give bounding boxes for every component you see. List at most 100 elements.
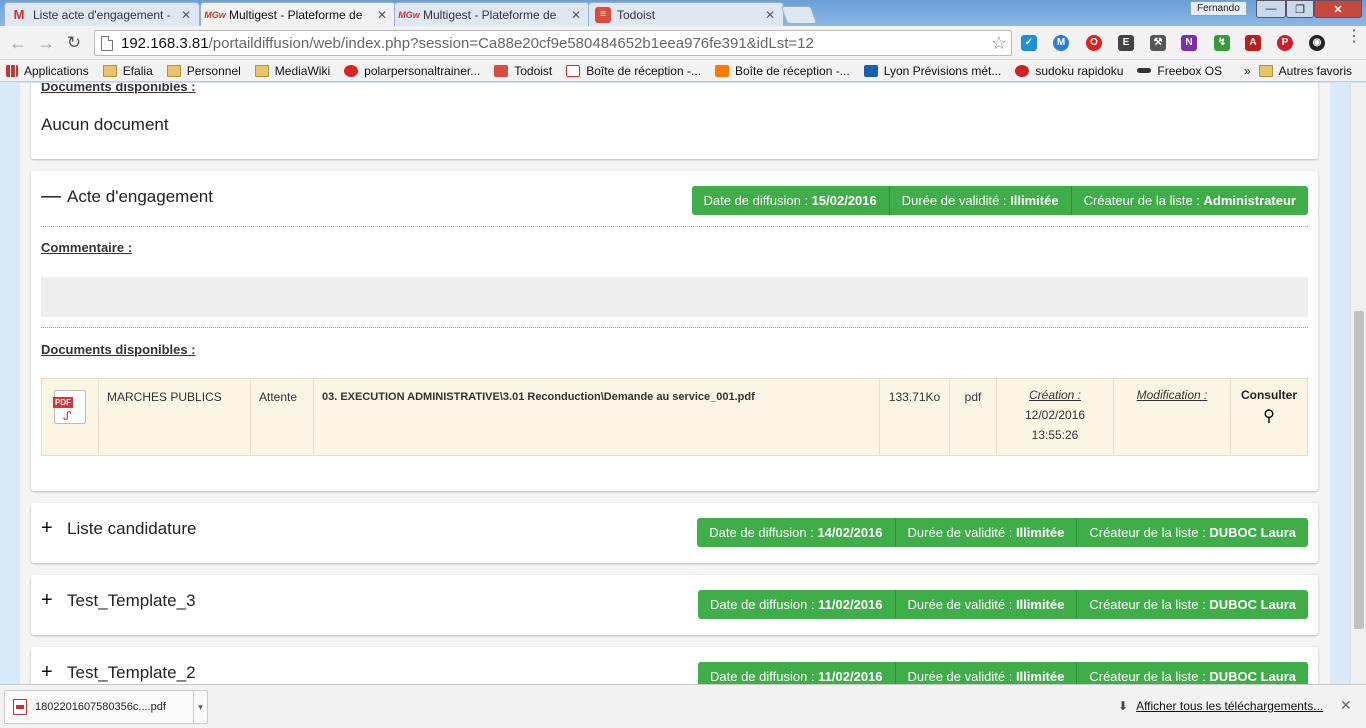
bookmarks-more-button[interactable]: » (1244, 64, 1251, 78)
maximize-button[interactable]: ❐ (1286, 0, 1314, 18)
panel-header[interactable]: + Test_Template_3 Date de diffusion : 11… (31, 575, 1318, 633)
camera-extension-icon[interactable]: ◉ (1309, 35, 1325, 51)
consult-label[interactable]: Consulter (1241, 388, 1297, 402)
badge-value: 11/02/2016 (818, 597, 883, 612)
panel-title[interactable]: Acte d'engagement (67, 187, 213, 207)
panel-header[interactable]: — Acte d'engagement Date de diffusion : … (31, 171, 1318, 229)
todo-extension-icon[interactable]: ✓ (1021, 35, 1037, 51)
show-all-downloads-link[interactable]: ⬇ Afficher tous les téléchargements... (1118, 699, 1323, 713)
close-icon[interactable]: ✕ (375, 8, 389, 22)
expand-icon[interactable]: + (41, 590, 57, 610)
expand-icon[interactable]: + (41, 518, 57, 538)
panel-header[interactable]: + Test_Template_2 Date de diffusion : 11… (31, 647, 1318, 684)
evernote-extension-icon[interactable]: E (1118, 35, 1134, 51)
badge-label: Durée de validité : (901, 193, 1011, 208)
minimize-button[interactable]: — (1256, 0, 1286, 18)
bookmark-label: Autres favoris (1278, 63, 1352, 78)
diffusion-date-badge: Date de diffusion : 14/02/2016 (697, 518, 895, 547)
doc-extension: pdf (949, 378, 997, 456)
weather-icon (863, 64, 878, 77)
panel-acte-engagement: — Acte d'engagement Date de diffusion : … (31, 171, 1318, 491)
bookmark-label: Freebox OS (1157, 63, 1223, 78)
validity-badge: Durée de validité : Illimitée (894, 662, 1077, 684)
profile-button[interactable]: Fernando (1190, 1, 1247, 16)
bookmark-weather[interactable]: Lyon Prévisions mét... (863, 63, 1002, 78)
bookmark-sudoku[interactable]: sudoku rapidoku (1015, 64, 1123, 78)
tab-multigest-active[interactable]: MGw Multigest - Plateforme de ✕ (200, 2, 396, 27)
close-icon[interactable]: ✕ (179, 8, 193, 22)
bookmark-freebox[interactable]: Freebox OS (1137, 64, 1222, 78)
table-row[interactable]: PDF ᔑ MARCHES PUBLICS Attente 03. EXECUT… (42, 378, 1308, 456)
badge-value: 11/02/2016 (818, 669, 883, 684)
badge-label: Créateur de la liste : (1089, 669, 1210, 684)
back-arrow-icon[interactable]: ← (8, 33, 28, 53)
scrollbar-thumb[interactable] (1354, 311, 1364, 629)
bookmark-label: Lyon Prévisions mét... (883, 63, 1002, 78)
panel-title[interactable]: Liste candidature (67, 519, 196, 539)
creator-badge: Créateur de la liste : DUBOC Laura (1076, 590, 1308, 619)
doc-consult[interactable]: Consulter ⚲ (1230, 378, 1308, 456)
bookmark-todoist[interactable]: Todoist (494, 64, 552, 78)
acrobat-extension-icon[interactable]: A (1245, 35, 1261, 51)
badge-value: Illimitée (1010, 193, 1059, 208)
panel-test-template-2: + Test_Template_2 Date de diffusion : 11… (31, 647, 1318, 684)
bookmark-star-icon[interactable]: ☆ (991, 33, 1007, 54)
creation-time: 13:55:26 (1031, 428, 1079, 442)
mailtrack-extension-icon[interactable]: M (1053, 35, 1069, 51)
download-item[interactable]: 1802201607580356c....pdf ▾ (4, 690, 208, 724)
tab-multigest[interactable]: MGw Multigest - Plateforme de ✕ (394, 2, 590, 26)
panel-previous-list: Documents disponibles : Aucun document (31, 83, 1318, 159)
list-info-badges: Date de diffusion : 15/02/2016 Durée de … (691, 186, 1308, 215)
gmail-icon (566, 64, 581, 77)
bookmark-gmail-inbox[interactable]: Boîte de réception -... (566, 64, 701, 78)
pdf-file-icon[interactable]: PDF ᔑ (53, 390, 86, 424)
creation-label: Création : (1028, 388, 1082, 402)
menu-icon[interactable]: ⋮ (1346, 29, 1362, 45)
badge-label: Date de diffusion : (710, 669, 819, 684)
onenote-extension-icon[interactable]: N (1181, 35, 1197, 51)
opera-extension-icon[interactable]: O (1086, 35, 1102, 51)
badge-value: Illimitée (1015, 525, 1065, 540)
creator-badge: Créateur de la liste : Administrateur (1070, 186, 1308, 215)
close-icon[interactable]: ✕ (569, 8, 583, 22)
tab-todoist[interactable]: ≡ Todoist ✕ (588, 2, 784, 26)
doc-path[interactable]: 03. EXECUTION ADMINISTRATIVE\3.01 Recond… (313, 378, 880, 456)
badge-label: Créateur de la liste : (1089, 525, 1210, 540)
bookmark-label: Applications (24, 63, 89, 78)
validity-badge: Durée de validité : Illimitée (888, 186, 1071, 215)
tool-extension-icon[interactable]: ⚒ (1150, 35, 1166, 51)
panel-title[interactable]: Test_Template_3 (67, 591, 196, 611)
expand-icon[interactable]: + (41, 662, 57, 682)
bookmark-mediawiki[interactable]: MediaWiki (254, 64, 330, 78)
magnifier-icon[interactable]: ⚲ (1231, 407, 1307, 427)
freebox-icon (1137, 68, 1152, 73)
bookmark-efalia[interactable]: Efalia (102, 64, 153, 78)
close-icon[interactable]: ✕ (763, 8, 777, 22)
bookmark-applications[interactable]: Applications (6, 64, 89, 78)
address-bar[interactable]: 192.168.3.81 /portaildiffusion/web/index… (94, 30, 1012, 56)
badge-value: DUBOC Laura (1209, 597, 1296, 612)
collapse-icon[interactable]: — (41, 186, 61, 206)
panel-title[interactable]: Test_Template_2 (67, 663, 196, 683)
doc-category: MARCHES PUBLICS (98, 378, 251, 456)
tab-liste-acte[interactable]: M Liste acte d'engagement - ✕ (4, 2, 200, 26)
bookmark-label: Todoist (514, 63, 553, 78)
bookmark-polar[interactable]: polarpersonaltrainer... (344, 64, 480, 78)
pinterest-extension-icon[interactable]: P (1277, 35, 1293, 51)
new-tab-button[interactable] (780, 6, 818, 24)
close-icon[interactable]: ✕ (1340, 697, 1352, 714)
feedly-extension-icon[interactable]: ↯ (1214, 35, 1230, 51)
forward-arrow-icon[interactable]: → (36, 33, 56, 53)
bookmark-other-favorites[interactable]: Autres favoris (1258, 63, 1352, 78)
bookmark-orange-inbox[interactable]: Boîte de réception -... (714, 64, 850, 78)
bookmark-label: Boîte de réception -... (586, 63, 701, 78)
panel-liste-candidature: + Liste candidature Date de diffusion : … (31, 503, 1318, 563)
vertical-scrollbar[interactable] (1350, 83, 1366, 684)
reload-icon[interactable]: ↻ (64, 33, 84, 53)
show-all-label[interactable]: Afficher tous les téléchargements... (1136, 699, 1323, 713)
window-close-button[interactable]: ✕ (1314, 0, 1362, 18)
panel-header[interactable]: + Liste candidature Date de diffusion : … (31, 503, 1318, 561)
badge-label: Date de diffusion : (703, 193, 812, 208)
bookmark-personnel[interactable]: Personnel (166, 64, 241, 78)
chevron-down-icon[interactable]: ▾ (193, 691, 207, 723)
